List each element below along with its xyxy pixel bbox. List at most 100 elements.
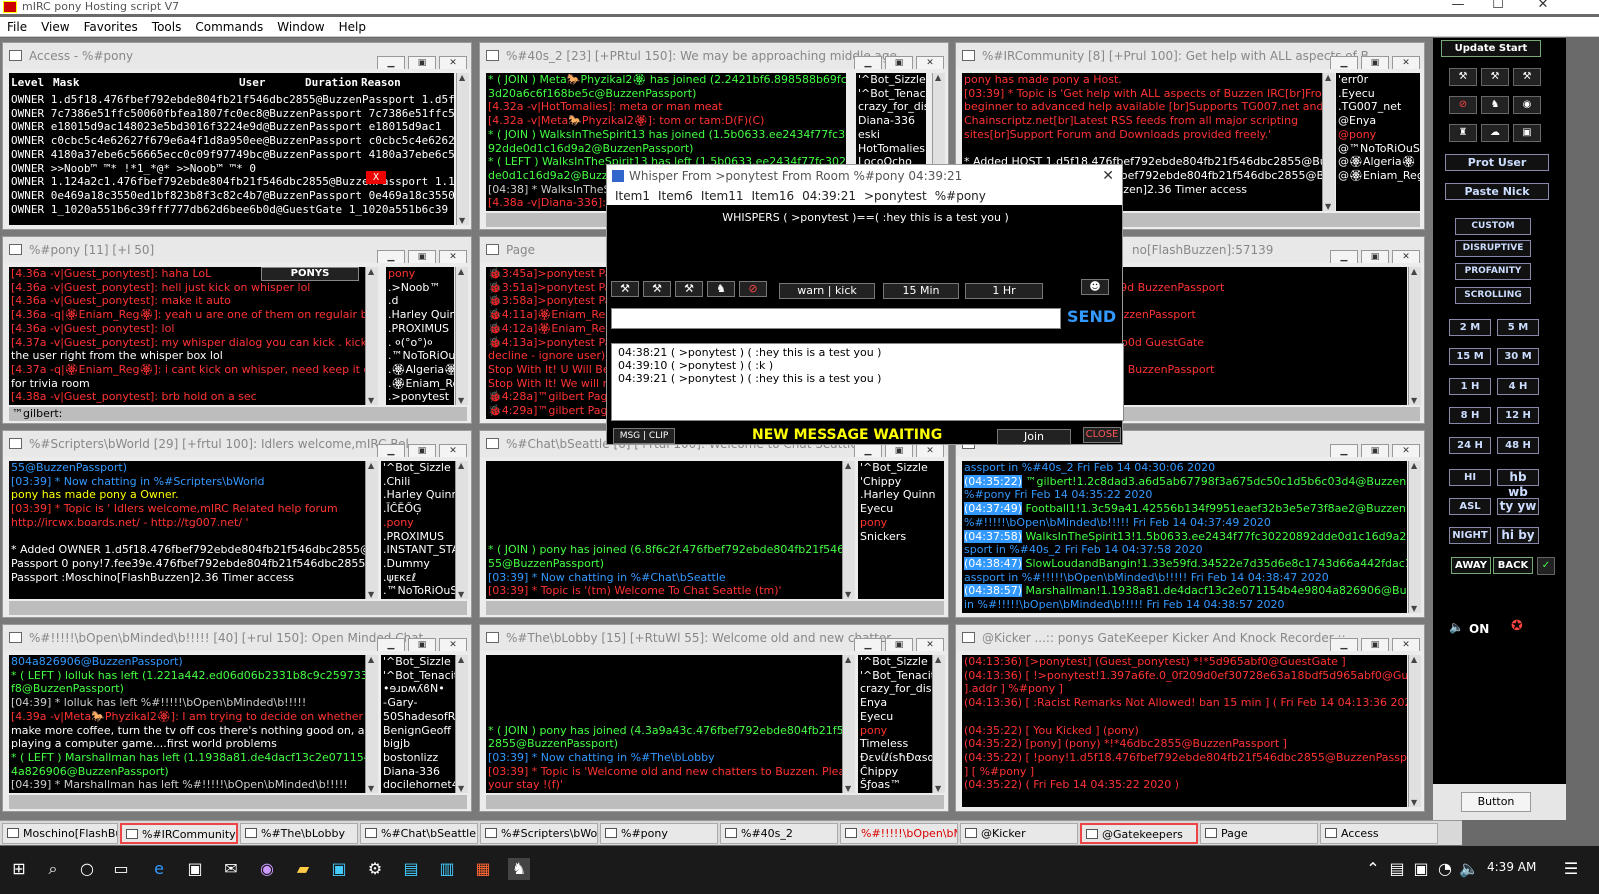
profanity-button[interactable]: PROFANITY (1455, 263, 1531, 280)
ban-15min-button[interactable]: 15 Min (883, 283, 959, 299)
tab-openminded[interactable]: %#!!!!!\bOpen\bM... (840, 823, 958, 844)
nick-item[interactable]: @🏵Eniam_Reg🏵 (1336, 169, 1420, 183)
notification-icon[interactable]: ☰ (1560, 858, 1582, 880)
send-button[interactable]: SEND (1067, 307, 1116, 326)
access-row[interactable]: OWNER >>Noob™ ™* !*1_*@* >>Noob™ ™* 0 (9, 162, 454, 176)
whisper-menu-item11[interactable]: Item11 (701, 189, 744, 203)
greet-night-button[interactable]: NIGHT (1449, 527, 1491, 544)
chat-log[interactable]: * ( JOIN ) pony has joined (6.8f6c2f.476… (486, 461, 842, 599)
edge-icon[interactable]: e (148, 858, 170, 880)
nick-item[interactable]: '^Bot_Sizzle (856, 73, 926, 87)
scrollbar[interactable] (365, 461, 378, 599)
folder-icon[interactable]: ▰ (292, 858, 314, 880)
nick-item[interactable]: pony (858, 516, 944, 530)
window-title[interactable]: Access - %#pony ▁ ▣ ✕ (3, 43, 471, 69)
nick-item[interactable]: .🏵Eniam_Reg (386, 377, 454, 391)
restore-button[interactable]: ▣ (1361, 250, 1389, 263)
nick-item[interactable]: .Dummy (381, 557, 455, 571)
sound-toggle-icon[interactable]: ✪ (1511, 618, 1523, 634)
nick-item[interactable]: .INSTANT_STAR (381, 543, 455, 557)
time-2m-button[interactable]: 2 M (1449, 319, 1491, 336)
chat-input[interactable] (486, 795, 944, 809)
chat-log[interactable]: * ( JOIN ) pony has joined (4.3a9a43c.47… (486, 655, 842, 793)
close-button[interactable]: ✕ (916, 56, 944, 69)
mail-icon[interactable]: ✉ (220, 858, 242, 880)
tool-icon[interactable]: ⚒ (1481, 68, 1509, 86)
chat-icon[interactable]: ☁ (1481, 124, 1509, 142)
nick-list[interactable]: '^Bot_Sizzle .Chili .Harley Quinn .ĪĈĒŐĢ .po… (381, 461, 455, 599)
time-4h-button[interactable]: 4 H (1497, 378, 1539, 395)
nick-item[interactable]: Snickers (858, 530, 944, 544)
x-badge[interactable]: X (366, 171, 386, 184)
nick-item[interactable]: '^Bot_Sizzle (858, 655, 932, 669)
tab-gatekeepers[interactable]: @Gatekeepers (1080, 823, 1198, 844)
app-tray-icon[interactable]: ▣ (1410, 858, 1432, 880)
nick-scrollbar[interactable] (455, 267, 468, 405)
menu-favorites[interactable]: Favorites (77, 17, 145, 37)
nick-item[interactable]: @🏵Algeria🏵 (1336, 155, 1420, 169)
close-button[interactable]: ✕ (439, 250, 467, 263)
close-button[interactable]: ✕ (916, 638, 944, 651)
whisper-messages[interactable]: 04:38:21 ( >ponytest ) ( :hey this is a … (611, 343, 1124, 421)
nick-item[interactable]: .🏵Algeria🏵 (386, 363, 454, 377)
nick-item[interactable]: crazy_for_disn (856, 100, 926, 114)
disruptive-button[interactable]: DISRUPTIVE (1455, 240, 1531, 257)
time-30m-button[interactable]: 30 M (1497, 348, 1539, 365)
maximize-button[interactable]: ☐ (1478, 0, 1518, 12)
nick-item[interactable]: '^Bot_Tenacity (858, 669, 932, 683)
greet-hiby-button[interactable]: hi by (1497, 527, 1539, 544)
tool-icon[interactable]: ⚒ (1449, 68, 1477, 86)
nick-item[interactable]: . ०(°o°)० (386, 336, 454, 350)
access-row[interactable]: OWNER 1_1020a551b6c39fff777db62d6bee6b0d… (9, 203, 454, 217)
time-12h-button[interactable]: 12 H (1497, 407, 1539, 424)
minimize-button[interactable]: ▁ (854, 444, 882, 457)
minimize-button[interactable]: ▁ (377, 56, 405, 69)
greet-hbwb-button[interactable]: hb wb (1497, 469, 1539, 499)
wifi-icon[interactable]: ◔ (1434, 858, 1456, 880)
chat-log[interactable]: 804a826906@BuzzenPassport) * ( LEFT ) lol… (9, 655, 365, 793)
tab-moschino[interactable]: Moschino[FlashBu... (2, 823, 118, 844)
whisper-close-icon[interactable]: ✕ (1102, 165, 1114, 187)
nick-item[interactable]: .>ponytest (386, 390, 454, 404)
check-icon[interactable]: ✓ (1537, 557, 1555, 575)
close-button[interactable]: ✕ (439, 638, 467, 651)
minimize-button[interactable]: ▁ (377, 638, 405, 651)
access-row[interactable]: OWNER 1.124a2c1.476fbef792ebde804fb21f54… (9, 175, 454, 189)
access-row[interactable]: OWNER c0cbc5c4e62627f679e6a4f1d8a950ee@B… (9, 134, 454, 148)
access-row[interactable]: OWNER 7c7386e51ffc50060fbfea1807fc0ec8@B… (9, 107, 454, 121)
window-title[interactable]: %#!!!!!\bOpen\bMinded\b!!!!! [40] [+rul … (3, 625, 471, 651)
nick-item[interactable]: @Enya (1336, 114, 1420, 128)
time-48h-button[interactable]: 48 H (1497, 437, 1539, 454)
nick-item[interactable]: @™NoToRiOuS™ (1336, 142, 1420, 156)
window-title[interactable]: %#IRCommunity [8] [+Prul 100]: Get help … (956, 43, 1424, 69)
whisper-menu-item16[interactable]: Item16 (752, 189, 795, 203)
window-title[interactable]: %#The\bLobby [15] [+RtuWl 55]: Welcome o… (480, 625, 948, 651)
minimize-button[interactable]: ▁ (854, 638, 882, 651)
nick-item[interactable]: .pony (381, 516, 455, 530)
tab-40s[interactable]: %#40s_2 (720, 823, 838, 844)
shield-icon[interactable]: ♜ (1449, 124, 1477, 142)
app-icon[interactable]: ◉ (256, 858, 278, 880)
menu-window[interactable]: Window (270, 17, 331, 37)
window-title[interactable]: %#Scripters\bWorld [29] [+frtul 100]: Id… (3, 431, 471, 457)
minimize-button[interactable]: ▁ (1330, 250, 1358, 263)
menu-file[interactable]: File (0, 17, 34, 37)
whisper-input[interactable] (611, 308, 1061, 329)
access-list[interactable]: Level Mask User Duration Reason OWNER 1.… (9, 73, 454, 225)
msg-clip-button[interactable]: MSG | CLIP (613, 428, 675, 444)
nick-item[interactable]: '^Bot_Tenacity (856, 87, 926, 101)
menu-view[interactable]: View (34, 17, 76, 37)
nick-item[interactable]: Diana-336 (856, 114, 926, 128)
join-log[interactable]: assport in %#40s_2 Fri Feb 14 04:30:06 2… (962, 461, 1407, 613)
prot-user-button[interactable]: Prot User (1445, 154, 1549, 171)
ban-1hr-button[interactable]: 1 Hr (965, 283, 1043, 299)
nick-item[interactable]: '^Bot_Tenacity (381, 669, 455, 683)
restore-button[interactable]: ▣ (885, 56, 913, 69)
nick-item[interactable]: Eyecu (858, 502, 944, 516)
time-24h-button[interactable]: 24 H (1449, 437, 1491, 454)
close-whisper-button[interactable]: CLOSE (1083, 427, 1121, 443)
app-icon[interactable]: ▣ (328, 858, 350, 880)
ban-icon[interactable]: ⊘ (739, 281, 767, 297)
nick-item[interactable]: '^Bot_Sizzle (381, 461, 455, 475)
scrollbar[interactable] (456, 73, 469, 225)
